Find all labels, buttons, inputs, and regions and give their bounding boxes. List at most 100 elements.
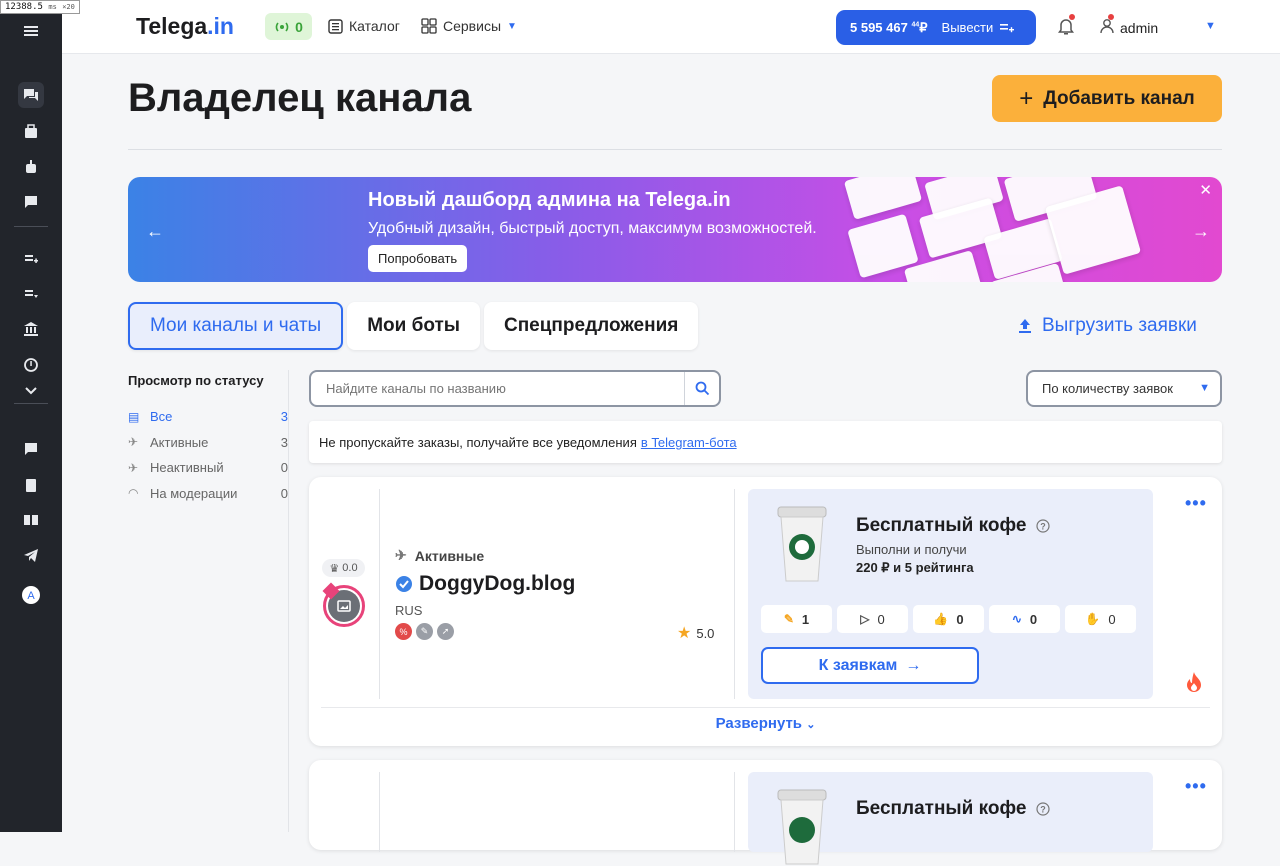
fire-icon [1187, 672, 1201, 692]
promo-title: Бесплатный кофе ? [856, 798, 1051, 820]
clipboard-icon[interactable] [18, 472, 44, 498]
banner-try-button[interactable]: Попробовать [368, 245, 468, 272]
thumbs-up-icon: 👍 [933, 612, 949, 626]
stat-new[interactable]: ✎ 1 [761, 605, 832, 633]
top-bar: Telega.in 0 Каталог Сервисы ▼ 5 595 467 … [62, 0, 1280, 54]
telegram-notice: Не пропускайте заказы, получайте все уве… [309, 421, 1222, 463]
catalog-link[interactable]: Каталог [328, 18, 400, 34]
channel-card: Бесплатный кофе ? ••• [309, 760, 1222, 865]
discount-icon[interactable]: % [395, 623, 412, 640]
to-requests-button[interactable]: К заявкам → [761, 647, 979, 684]
svg-text:?: ? [1041, 522, 1047, 532]
channel-card: ♛ 0.0 ✈ Активные DoggyDog.blog RUS % ✎ ➚ … [309, 477, 1222, 746]
plane-icon: ✈ [128, 435, 139, 450]
username: admin [1120, 19, 1159, 36]
filter-item-inactive[interactable]: ✈ Неактивный 0 [128, 455, 288, 481]
bank-icon[interactable] [18, 316, 44, 342]
chevron-down-icon[interactable]: ▼ [1205, 20, 1216, 32]
broadcast-icon [275, 21, 289, 32]
banner-subtitle: Удобный дизайн, быстрый доступ, максимум… [368, 220, 817, 237]
withdraw-label: Вывести [941, 20, 994, 35]
status-filter: Просмотр по статусу ▤ Все 3 ✈ Активные 3… [128, 373, 288, 506]
wifi-icon: ◠ [128, 486, 139, 501]
stat-published[interactable]: ∿ 0 [989, 605, 1060, 633]
plane-icon: ✈ [395, 547, 407, 563]
filter-item-moderation[interactable]: ◠ На модерации 0 [128, 481, 288, 507]
banner-next-arrow[interactable]: → [1192, 221, 1210, 242]
search-box [309, 370, 721, 407]
grid-icon [421, 18, 437, 34]
promo-panel: Бесплатный кофе ? [748, 772, 1153, 865]
perf-counter: 12388.5 ms ×20 [0, 0, 80, 14]
bell-icon[interactable] [1058, 14, 1075, 40]
tab-my-channels[interactable]: Мои каналы и чаты [128, 302, 344, 350]
filter-item-active[interactable]: ✈ Активные 3 [128, 430, 288, 456]
more-options-icon[interactable]: ••• [1185, 493, 1207, 514]
channel-badges: % ✎ ➚ [395, 623, 454, 640]
balance-button[interactable]: 5 595 467 44₽ Вывести [836, 10, 1036, 45]
stat-in-progress[interactable]: ▷ 0 [837, 605, 908, 633]
banner-close-icon[interactable]: ✕ [1199, 181, 1212, 199]
help-icon[interactable]: ? [1036, 802, 1051, 816]
chevron-down-icon[interactable] [18, 378, 44, 404]
language-icon[interactable]: A [18, 582, 44, 608]
user-download-icon[interactable] [18, 281, 44, 307]
coffee-cup-icon [777, 789, 827, 865]
channel-stars: ★ 5.0 [677, 625, 715, 642]
divider [128, 149, 1222, 150]
tabs: Мои каналы и чаты Мои боты Спецпредложен… [128, 302, 699, 350]
stat-approved[interactable]: 👍 0 [913, 605, 984, 633]
request-stats: ✎ 1 ▷ 0 👍 0 ∿ 0 ✋ 0 [761, 605, 1136, 633]
user-plus-icon[interactable] [18, 246, 44, 272]
promo-banner: ← → ✕ Новый дашборд админа на Telega.in … [128, 177, 1222, 282]
export-requests-link[interactable]: Выгрузить заявки [1018, 315, 1197, 337]
services-menu[interactable]: Сервисы ▼ [421, 18, 517, 34]
bag-icon[interactable] [18, 118, 44, 144]
upload-icon [1019, 319, 1031, 333]
logo[interactable]: Telega.in [136, 13, 234, 40]
menu-icon[interactable] [18, 18, 44, 44]
stat-rejected[interactable]: ✋ 0 [1065, 605, 1136, 633]
help-icon[interactable]: ? [1036, 519, 1051, 533]
expand-button[interactable]: Развернуть ⌄ [309, 715, 1222, 732]
plus-icon: + [1019, 84, 1034, 112]
search-input[interactable] [311, 381, 684, 396]
filter-item-all[interactable]: ▤ Все 3 [128, 404, 288, 430]
channel-status: ✈ Активные [395, 547, 485, 564]
banner-prev-arrow[interactable]: ← [146, 221, 164, 242]
user-icon [1100, 14, 1114, 37]
chat-icon[interactable] [18, 436, 44, 462]
promo-title: Бесплатный кофе ? [856, 515, 1051, 537]
promo-panel: Бесплатный кофе ? Выполни и получи 220 ₽… [748, 489, 1153, 699]
page-title: Владелец канала [128, 76, 472, 120]
signature-icon[interactable]: ✎ [416, 623, 433, 640]
book-icon[interactable] [18, 507, 44, 533]
telegram-bot-link[interactable]: в Telegram-бота [641, 435, 737, 450]
online-indicator[interactable]: 0 [265, 13, 312, 40]
pen-icon: ✎ [783, 612, 794, 626]
channel-name[interactable]: DoggyDog.blog [395, 572, 575, 596]
search-icon[interactable] [684, 372, 719, 405]
rating-pill: ♛ 0.0 [322, 559, 365, 577]
history-icon[interactable] [18, 352, 44, 378]
sort-select[interactable]: По количеству заявок ▼ [1026, 370, 1222, 407]
balance-amount: 5 595 467 44₽ [850, 19, 928, 35]
bot-icon[interactable] [18, 154, 44, 180]
tab-special-offers[interactable]: Спецпредложения [483, 302, 699, 350]
online-count: 0 [295, 18, 303, 35]
rocket-icon[interactable]: ➚ [437, 623, 454, 640]
user-menu[interactable]: admin [1100, 14, 1159, 37]
add-channel-button[interactable]: + Добавить канал [992, 75, 1222, 122]
tab-my-bots[interactable]: Мои боты [347, 302, 480, 350]
filter-title: Просмотр по статусу [128, 373, 264, 388]
svg-text:?: ? [1041, 805, 1047, 815]
channels-chat-icon[interactable] [18, 82, 44, 108]
trophy-icon: ♛ [329, 562, 340, 575]
message-icon[interactable] [18, 189, 44, 215]
telegram-icon[interactable] [18, 542, 44, 568]
catalog-icon [328, 18, 343, 34]
more-options-icon[interactable]: ••• [1185, 776, 1207, 797]
withdraw-icon [1000, 23, 1015, 32]
star-icon: ★ [677, 625, 692, 642]
coffee-cup-icon [777, 506, 827, 582]
